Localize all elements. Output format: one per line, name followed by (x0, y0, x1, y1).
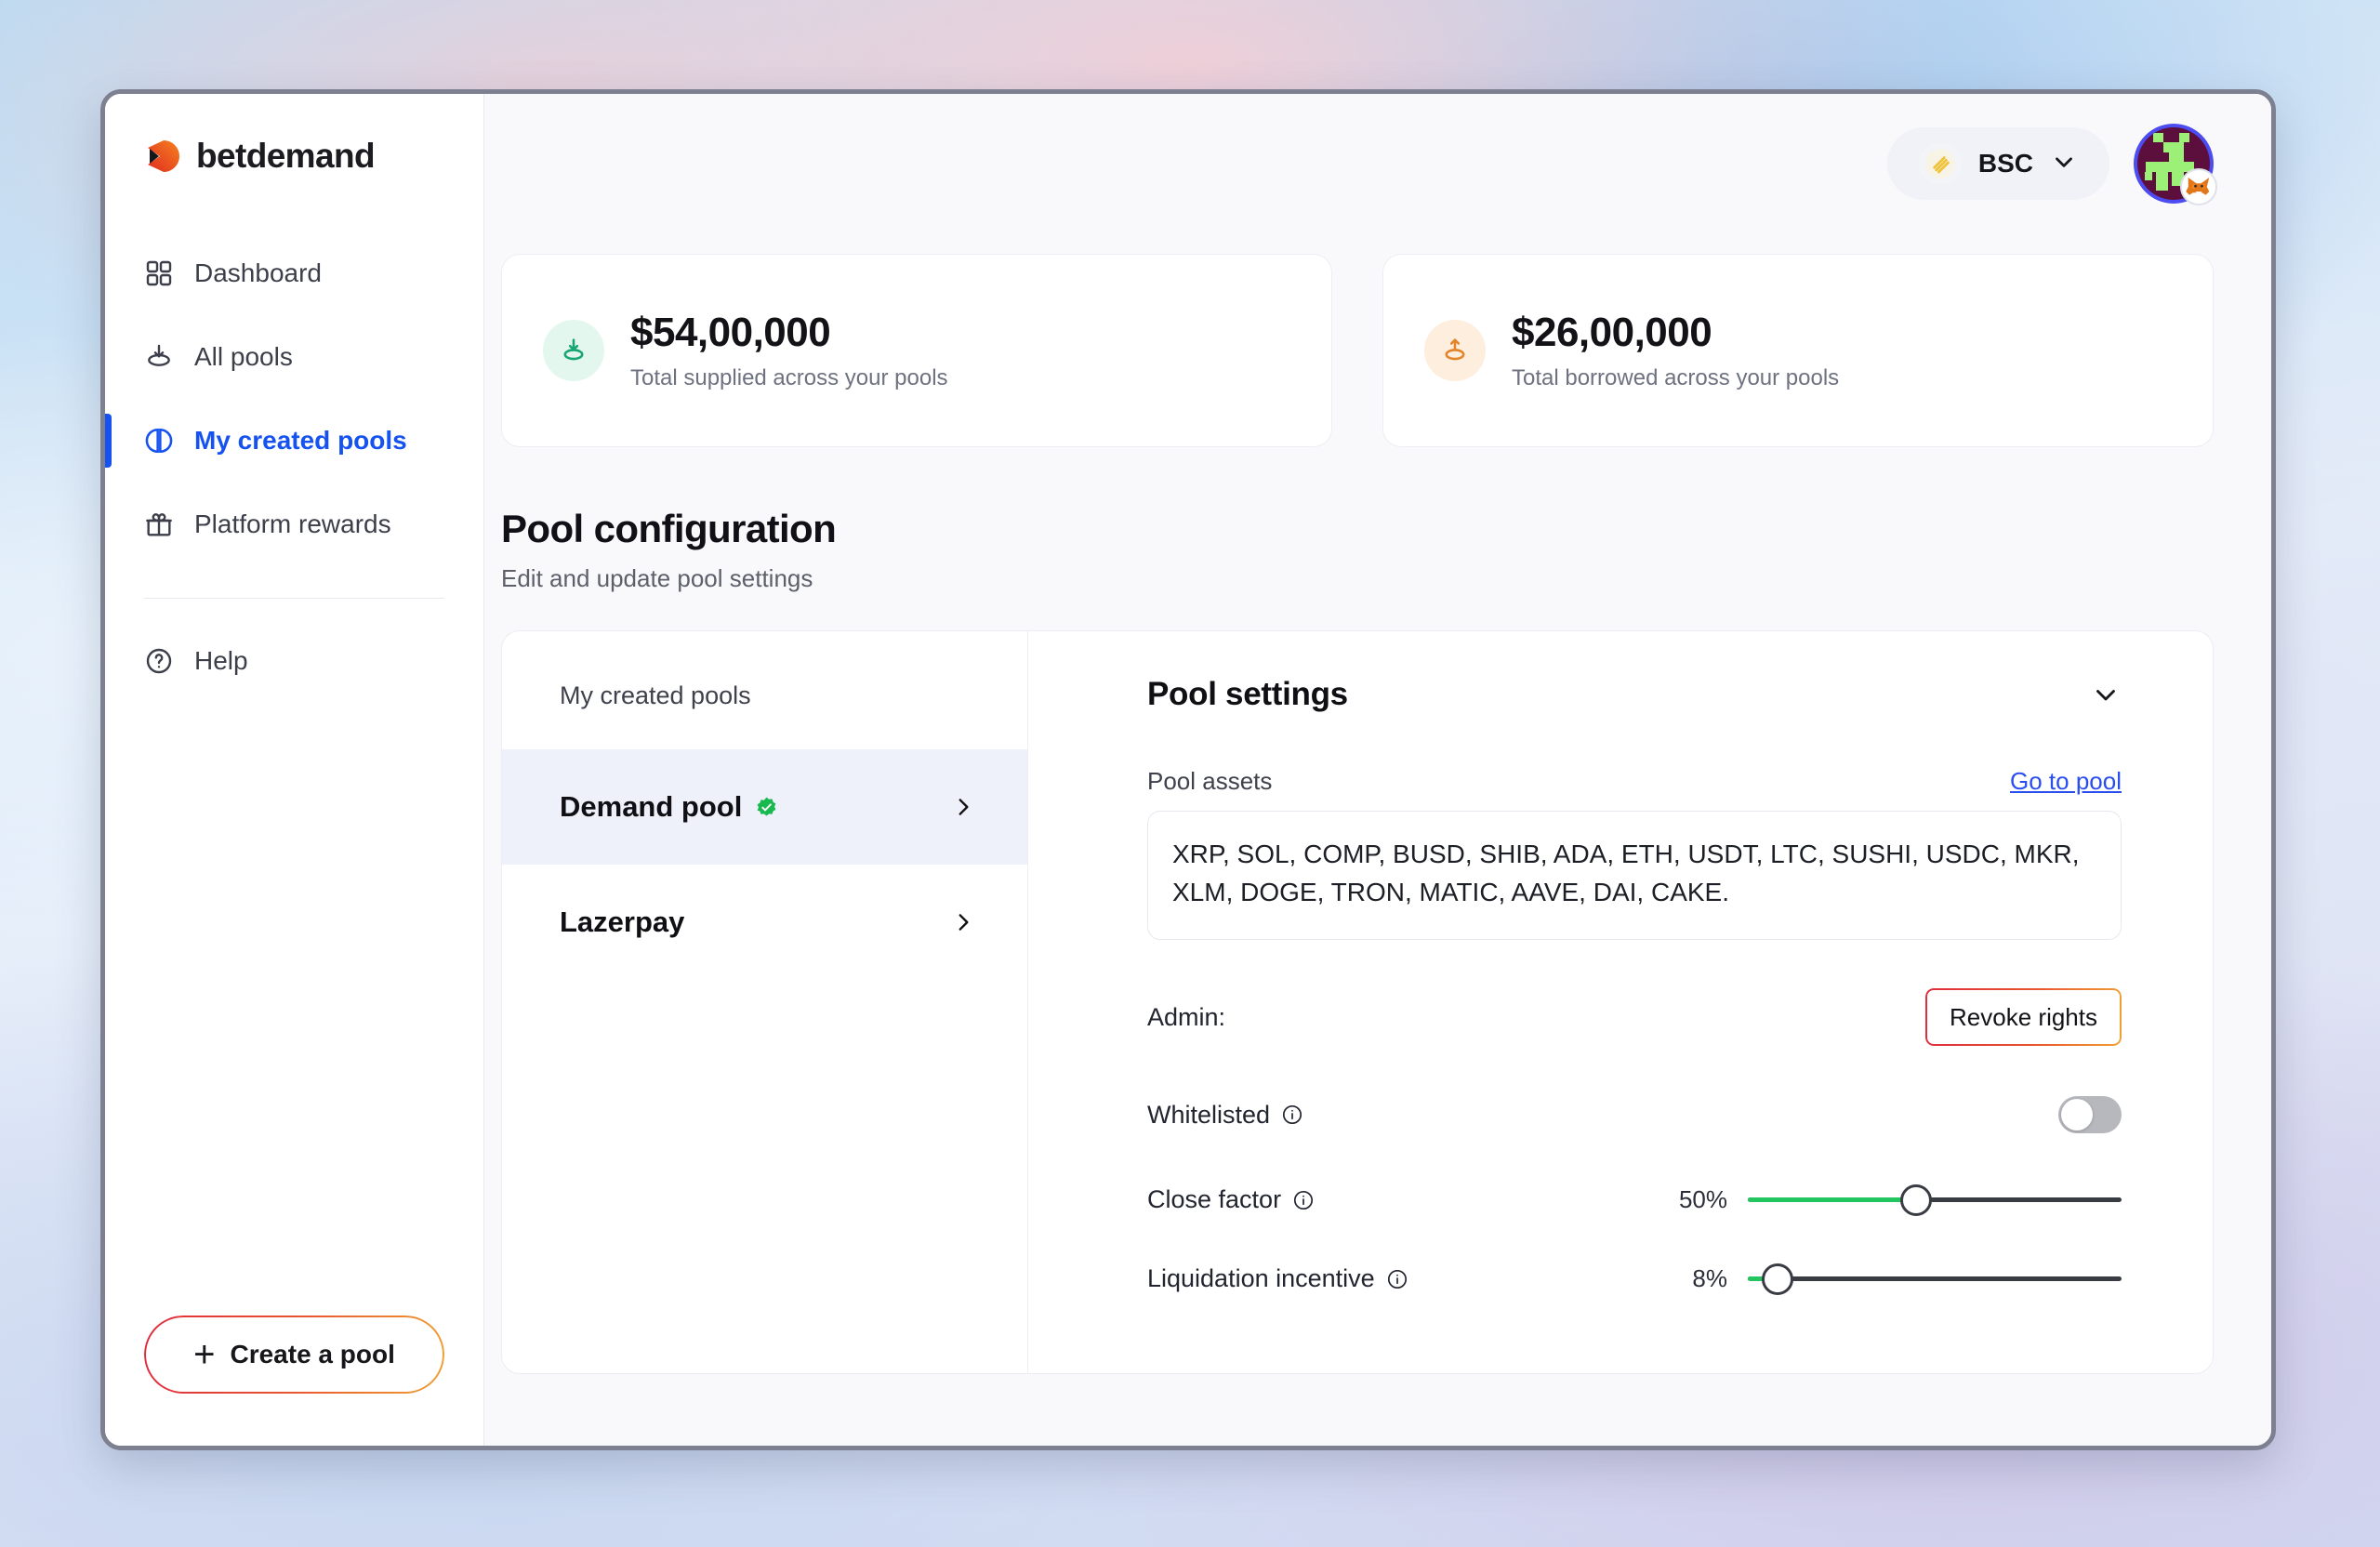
chevron-right-icon (951, 795, 975, 819)
brand-logo[interactable]: betdemand (105, 137, 483, 176)
close-factor-label: Close factor (1147, 1185, 1282, 1214)
stats-row: $54,00,000 Total supplied across your po… (484, 233, 2271, 447)
pool-assets-label: Pool assets (1147, 767, 1273, 795)
verified-badge-icon (755, 796, 778, 819)
metamask-fox-icon (2180, 168, 2217, 205)
liquidation-label-group: Liquidation incentive (1147, 1264, 1408, 1293)
close-factor-value: 50% (1678, 1185, 1727, 1214)
stat-value: $26,00,000 (1512, 310, 1712, 355)
betdemand-play-logo-icon (144, 137, 183, 176)
whitelisted-label: Whitelisted (1147, 1100, 1271, 1129)
page-subtitle: Edit and update pool settings (501, 564, 813, 592)
pool-assets-field[interactable]: XRP, SOL, COMP, BUSD, SHIB, ADA, ETH, US… (1147, 811, 2122, 941)
info-icon[interactable] (1292, 1189, 1315, 1211)
app-window: betdemand Dashboard All pools My created… (100, 89, 2276, 1450)
sidebar-nav: Dashboard All pools My created pools Pla… (105, 243, 483, 714)
liquidation-incentive-row: Liquidation incentive 8% (1147, 1263, 2122, 1295)
create-pool-label: Create a pool (230, 1340, 395, 1368)
pool-item-left: Lazerpay (560, 906, 684, 939)
sidebar-item-label: My created pools (194, 426, 407, 455)
borrow-up-icon (1424, 320, 1486, 381)
grid-icon (144, 258, 174, 288)
admin-label: Admin: (1147, 1002, 1226, 1031)
download-pool-icon (144, 342, 174, 372)
chevron-right-icon (951, 910, 975, 934)
whitelisted-label-group: Whitelisted (1147, 1101, 1303, 1130)
sidebar-item-my-created-pools[interactable]: My created pools (105, 410, 483, 471)
sidebar-item-dashboard[interactable]: Dashboard (105, 243, 483, 304)
chain-label: BSC (1977, 149, 2033, 178)
section-header: Pool configuration Edit and update pool … (484, 447, 2271, 593)
pool-list-heading: My created pools (560, 681, 751, 709)
question-circle-icon (144, 646, 174, 676)
split-circle-icon (144, 426, 174, 456)
admin-row: Admin: Revoke rights (1147, 988, 2122, 1047)
gift-icon (144, 509, 174, 539)
liquidation-incentive-value: 8% (1692, 1264, 1727, 1293)
sidebar-item-platform-rewards[interactable]: Platform rewards (105, 494, 483, 555)
revoke-rights-button[interactable]: Revoke rights (1925, 988, 2122, 1047)
slider-thumb[interactable] (1762, 1263, 1794, 1295)
close-factor-slider[interactable] (1748, 1183, 2122, 1216)
main-content: BSC $54,00,000 Total supplied across you… (484, 94, 2271, 1446)
chevron-down-icon (2050, 148, 2078, 180)
pool-configuration-panel: My created pools Demand pool Lazerpay Po… (501, 630, 2214, 1374)
close-factor-label-group: Close factor (1147, 1185, 1315, 1214)
pool-settings-pane: Pool settings Pool assets Go to pool XRP… (1028, 631, 2213, 1373)
liquidation-incentive-slider[interactable] (1748, 1263, 2122, 1295)
revoke-rights-label: Revoke rights (1950, 1002, 2097, 1031)
pool-list-item-lazerpay[interactable]: Lazerpay (502, 865, 1027, 980)
sidebar: betdemand Dashboard All pools My created… (105, 94, 484, 1446)
stat-card-borrowed: $26,00,000 Total borrowed across your po… (1382, 254, 2214, 447)
close-factor-row: Close factor 50% (1147, 1183, 2122, 1216)
toggle-knob (2061, 1099, 2093, 1131)
go-to-pool-link[interactable]: Go to pool (2010, 767, 2122, 796)
whitelisted-toggle[interactable] (2058, 1096, 2122, 1134)
sidebar-item-label: Help (194, 646, 248, 675)
stat-label: Total borrowed across your pools (1512, 365, 1840, 390)
pool-list: My created pools Demand pool Lazerpay (502, 631, 1028, 1373)
liquidation-incentive-label: Liquidation incentive (1147, 1264, 1375, 1293)
topbar: BSC (484, 94, 2271, 233)
bnb-icon (1918, 142, 1962, 185)
slider-thumb[interactable] (1899, 1183, 1932, 1216)
create-pool-button[interactable]: + Create a pool (144, 1316, 444, 1394)
stat-label: Total supplied across your pools (630, 365, 948, 390)
pool-item-name: Lazerpay (560, 906, 685, 938)
brand-name: betdemand (196, 137, 376, 175)
stat-text-block: $26,00,000 Total borrowed across your po… (1512, 310, 1839, 391)
stat-value: $54,00,000 (630, 310, 831, 355)
sidebar-item-label: Platform rewards (194, 509, 391, 538)
pool-assets-row: Pool assets Go to pool (1147, 767, 2122, 796)
sidebar-divider (144, 598, 444, 599)
sidebar-item-label: All pools (194, 342, 293, 371)
stat-text-block: $54,00,000 Total supplied across your po… (630, 310, 948, 391)
avatar[interactable] (2134, 124, 2217, 205)
pool-item-left: Demand pool (560, 790, 778, 824)
sidebar-item-label: Dashboard (194, 258, 322, 287)
stat-card-supplied: $54,00,000 Total supplied across your po… (501, 254, 1332, 447)
pool-assets-value: XRP, SOL, COMP, BUSD, SHIB, ADA, ETH, US… (1172, 840, 2080, 906)
pool-list-item-demand-pool[interactable]: Demand pool (502, 749, 1027, 865)
plus-icon: + (193, 1334, 216, 1375)
chain-selector[interactable]: BSC (1886, 127, 2109, 200)
sidebar-item-help[interactable]: Help (105, 630, 483, 692)
pool-settings-title: Pool settings (1147, 676, 1348, 712)
page-title: Pool configuration (501, 507, 837, 550)
desktop-background: betdemand Dashboard All pools My created… (0, 0, 2380, 1547)
close-factor-slider-wrap: 50% (1670, 1183, 2122, 1216)
whitelisted-row: Whitelisted (1147, 1096, 2122, 1134)
slider-fill (1748, 1197, 1916, 1203)
sidebar-item-all-pools[interactable]: All pools (105, 326, 483, 388)
pool-item-name: Demand pool (560, 790, 743, 823)
supply-down-icon (543, 320, 604, 381)
chevron-down-icon[interactable] (2090, 679, 2122, 710)
sidebar-footer: + Create a pool (105, 1316, 483, 1446)
pool-settings-header: Pool settings (1147, 676, 2122, 713)
info-icon[interactable] (1386, 1268, 1408, 1290)
liquidation-slider-wrap: 8% (1670, 1263, 2122, 1295)
info-icon[interactable] (1281, 1104, 1303, 1126)
